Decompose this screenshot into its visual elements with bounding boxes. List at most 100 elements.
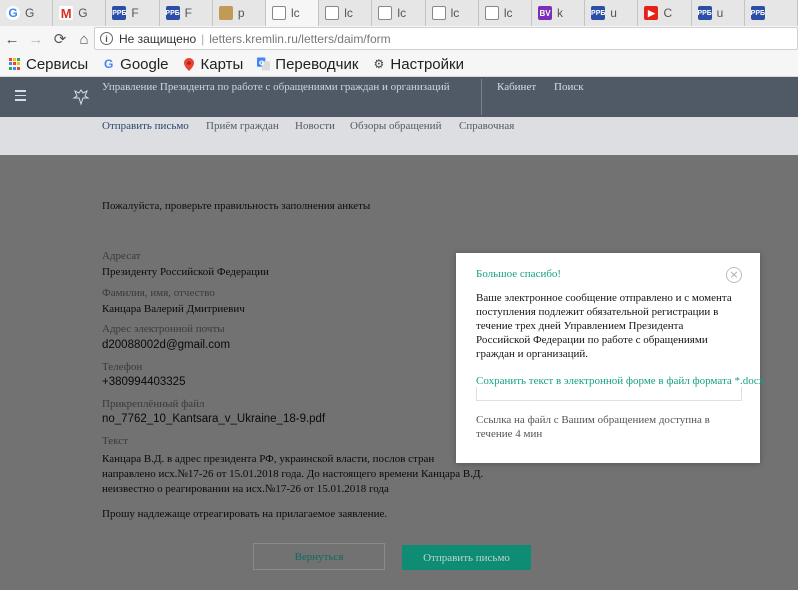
browser-toolbar: ← → ⟳ ⌂ i Не защищено | letters.kremlin.… xyxy=(0,26,798,52)
nav-send-letter[interactable]: Отправить письмо xyxy=(102,120,189,132)
bookmark-translate[interactable]: G Переводчик xyxy=(257,56,358,73)
search-link[interactable]: Поиск xyxy=(554,81,584,93)
site-title[interactable]: Управление Президента по работе с обраще… xyxy=(102,81,450,93)
back-button[interactable]: ← xyxy=(0,31,24,48)
pf-icon: PPБ xyxy=(112,6,127,20)
file-label: Прикреплённый файл xyxy=(102,398,205,410)
thank-you-modal: Большое спасибо! × Ваше электронное сооб… xyxy=(456,253,764,463)
tab-title: lc xyxy=(450,6,460,20)
image-icon xyxy=(218,6,233,20)
phone-label: Телефон xyxy=(102,361,143,373)
url-text[interactable]: letters.kremlin.ru/letters/daim/form xyxy=(209,32,390,46)
tab-title: lc xyxy=(344,6,353,20)
apps-grid-icon xyxy=(8,57,21,71)
info-icon[interactable]: i xyxy=(100,32,113,45)
bookmark-label: Переводчик xyxy=(275,55,359,73)
browser-tab[interactable]: PPБ u xyxy=(691,0,745,26)
tab-title: u xyxy=(716,6,724,20)
forward-button[interactable]: → xyxy=(24,31,48,48)
back-button[interactable]: Вернуться xyxy=(253,543,385,570)
gear-icon: ⚙ xyxy=(373,57,385,71)
bookmark-settings[interactable]: ⚙ Настройки xyxy=(372,56,464,73)
tab-title: lc xyxy=(503,6,513,20)
cabinet-link[interactable]: Кабинет xyxy=(497,81,536,93)
section-nav: Отправить письмо Приём граждан Новости О… xyxy=(0,117,798,155)
tab-title: G xyxy=(25,6,35,20)
bookmark-label: Google xyxy=(120,55,169,73)
email-value: d20088002d@gmail.com xyxy=(102,339,231,351)
tab-title: k xyxy=(557,6,564,20)
pf-icon: PPБ xyxy=(751,6,765,20)
browser-tab[interactable]: lc xyxy=(319,0,373,26)
addressee-value: Президенту Российской Федерации xyxy=(102,266,269,278)
bookmark-label: Сервисы xyxy=(26,55,89,73)
phone-value: +380994403325 xyxy=(102,376,186,388)
tab-title: C xyxy=(663,6,673,20)
pf-icon: PPБ xyxy=(697,6,712,20)
text-label: Текст xyxy=(102,435,128,447)
document-icon xyxy=(484,6,499,20)
tab-title: F xyxy=(131,6,139,20)
request-text: Прошу надлежаще отреагировать на прилага… xyxy=(102,508,388,520)
bv-icon: BV xyxy=(538,6,553,20)
hamburger-menu-icon[interactable] xyxy=(15,90,26,104)
browser-tab[interactable]: lc xyxy=(478,0,533,26)
gmail-icon: M xyxy=(59,5,74,21)
browser-tab[interactable]: p xyxy=(212,0,267,26)
bookmarks-bar: Сервисы G Google Карты G Переводчик ⚙ На… xyxy=(0,52,798,77)
bookmark-maps[interactable]: Карты xyxy=(183,56,243,73)
youtube-icon: ▶ xyxy=(644,6,659,20)
document-icon xyxy=(325,6,340,20)
send-letter-button[interactable]: Отправить письмо xyxy=(402,545,531,570)
pf-icon: PPБ xyxy=(165,6,180,20)
tab-title: u xyxy=(610,6,617,20)
nav-reviews[interactable]: Обзоры обращений xyxy=(350,120,441,132)
bookmark-label: Настройки xyxy=(390,55,464,73)
svg-text:G: G xyxy=(259,59,264,67)
translate-icon: G xyxy=(257,57,271,71)
map-pin-icon xyxy=(183,57,196,71)
modal-title: Большое спасибо! xyxy=(476,268,562,280)
browser-tab[interactable]: lc xyxy=(425,0,479,26)
review-note: Пожалуйста, проверьте правильность запол… xyxy=(102,200,371,212)
email-label: Адрес электронной почты xyxy=(102,323,225,335)
name-label: Фамилия, имя, отчество xyxy=(102,287,215,299)
document-icon xyxy=(378,6,393,20)
link-underline-box xyxy=(476,387,742,401)
header-divider xyxy=(481,79,482,115)
browser-tab[interactable]: PPБ F xyxy=(159,0,213,26)
addressee-label: Адресат xyxy=(102,250,141,262)
nav-reception[interactable]: Приём граждан xyxy=(206,120,279,132)
tab-title: G xyxy=(78,6,88,20)
site-header: Управление Президента по работе с обраще… xyxy=(0,77,798,117)
eagle-emblem-icon[interactable] xyxy=(72,88,90,106)
separator: | xyxy=(201,31,205,46)
browser-tab[interactable]: PPБ F xyxy=(106,0,160,26)
browser-tab[interactable]: lc xyxy=(372,0,426,26)
home-button[interactable]: ⌂ xyxy=(72,31,96,48)
modal-footer-note: Ссылка на файл с Вашим обращением доступ… xyxy=(476,414,710,440)
bookmark-services[interactable]: Сервисы xyxy=(8,56,88,73)
tab-title: lc xyxy=(397,6,407,20)
nav-reference[interactable]: Справочная xyxy=(459,120,514,132)
address-bar[interactable]: i Не защищено | letters.kremlin.ru/lette… xyxy=(94,27,798,50)
close-icon[interactable]: × xyxy=(726,267,742,283)
modal-message: Ваше электронное сообщение отправлено и … xyxy=(476,292,732,360)
bookmark-google[interactable]: G Google xyxy=(102,55,169,73)
browser-tab[interactable]: PPБ xyxy=(744,0,798,26)
browser-tab[interactable]: ▶ C xyxy=(638,0,692,26)
browser-tab[interactable]: MG xyxy=(53,0,107,26)
file-value: no_7762_10_Kantsara_v_Ukraine_18-9.pdf xyxy=(102,413,326,425)
nav-news[interactable]: Новости xyxy=(295,120,335,132)
browser-tab[interactable]: PPБ u xyxy=(585,0,639,26)
document-icon xyxy=(431,6,446,20)
browser-tab[interactable]: BV k xyxy=(532,0,586,26)
google-icon: G xyxy=(6,6,20,20)
document-icon xyxy=(272,6,287,20)
browser-tab-strip: G G M G PPБ F PPБ Fp lc lc lc lc lc BV k PPБ u ▶ C PPБ u PPБ xyxy=(0,0,798,26)
save-docx-link[interactable]: Сохранить текст в электронной форме в фа… xyxy=(476,375,764,387)
browser-tab[interactable]: GG xyxy=(0,0,54,26)
pf-icon: PPБ xyxy=(591,6,605,20)
reload-button[interactable]: ⟳ xyxy=(48,30,72,48)
browser-tab[interactable]: lc xyxy=(266,0,320,26)
